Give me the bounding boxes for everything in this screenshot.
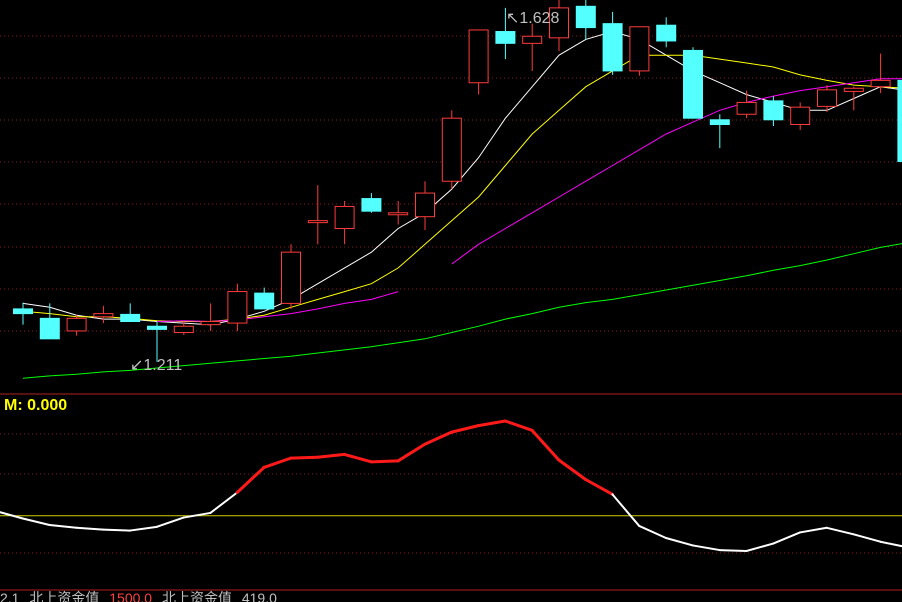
candle-body-up bbox=[844, 88, 863, 91]
candle-body-up bbox=[174, 326, 193, 332]
candle-body-up bbox=[201, 322, 220, 325]
candle-body-down bbox=[255, 293, 274, 309]
candle-body-up bbox=[523, 36, 542, 43]
bottom-label-2: 北上资金值 bbox=[162, 590, 232, 602]
bottom-label-1: 北上资金值 bbox=[29, 590, 99, 602]
candle-body-down bbox=[121, 314, 140, 321]
candlestick-series bbox=[14, 0, 902, 362]
indicator-segment bbox=[50, 525, 77, 528]
indicator-segment bbox=[398, 444, 425, 461]
bottom-value-1: 2.1 bbox=[0, 590, 23, 602]
indicator-segment bbox=[264, 458, 291, 467]
ma-line-0 bbox=[23, 32, 902, 325]
indicator-segment bbox=[720, 550, 747, 551]
candle-body-down bbox=[576, 6, 595, 27]
candle-body-up bbox=[791, 107, 810, 124]
indicator-segment bbox=[693, 545, 720, 550]
candle-body-down bbox=[710, 120, 729, 125]
indicator-segment bbox=[800, 528, 827, 533]
candle-body-down bbox=[684, 50, 703, 118]
indicator-segment bbox=[157, 518, 184, 527]
indicator-segment bbox=[559, 460, 586, 480]
candle-body-up bbox=[818, 90, 837, 107]
indicator-segment bbox=[0, 511, 23, 518]
indicator-segment bbox=[452, 426, 479, 433]
candle-body-down bbox=[657, 25, 676, 41]
candle-body-up bbox=[630, 27, 649, 71]
bottom-status-bar: 2.1 北上资金值 1500.0 北上资金值 419.0 bbox=[0, 588, 902, 602]
candle-body-up bbox=[442, 118, 461, 181]
indicator-segment bbox=[130, 527, 157, 531]
ma-line-2 bbox=[157, 292, 398, 322]
indicator-panel bbox=[0, 421, 902, 551]
indicator-segment bbox=[210, 493, 237, 513]
indicator-segment bbox=[318, 454, 345, 457]
indicator-segment bbox=[639, 526, 666, 538]
indicator-segment bbox=[505, 421, 532, 430]
candle-body-down bbox=[148, 326, 167, 329]
low-price-value: 1.211 bbox=[143, 357, 182, 374]
candle-body-down bbox=[496, 32, 515, 44]
indicator-segment bbox=[880, 542, 902, 548]
low-marker-glyph: ↙ bbox=[130, 357, 143, 374]
indicator-title: M: 0.000 bbox=[4, 397, 67, 415]
high-price-value: 1.628 bbox=[519, 10, 559, 27]
indicator-segment bbox=[612, 494, 639, 526]
indicator-segment bbox=[371, 461, 398, 462]
indicator-segment bbox=[103, 530, 130, 531]
candle-body-down bbox=[898, 80, 902, 161]
candle-body-up bbox=[67, 318, 86, 331]
indicator-segment bbox=[23, 519, 50, 526]
bottom-value-2: 1500.0 bbox=[109, 590, 152, 602]
candle-body-up bbox=[94, 314, 113, 317]
indicator-segment bbox=[532, 430, 559, 460]
candle-body-up bbox=[389, 213, 408, 215]
candle-body-up bbox=[335, 206, 354, 228]
candle-body-up bbox=[469, 30, 488, 83]
candle-body-down bbox=[764, 101, 783, 120]
ma-line-1 bbox=[23, 55, 902, 321]
candle-body-up bbox=[871, 80, 890, 86]
bottom-value-3: 419.0 bbox=[242, 590, 277, 602]
candle-body-up bbox=[737, 102, 756, 114]
chart-canvas bbox=[0, 0, 902, 598]
candle-body-up bbox=[282, 252, 301, 303]
indicator-segment bbox=[237, 467, 264, 492]
candle-body-up bbox=[228, 292, 247, 324]
candle-body-up bbox=[416, 193, 435, 217]
candle-body-down bbox=[40, 318, 59, 338]
indicator-segment bbox=[344, 454, 371, 461]
low-price-label: ↙1.211 bbox=[130, 355, 182, 375]
candle-body-up bbox=[308, 221, 327, 223]
candle-body-down bbox=[603, 24, 622, 71]
indicator-segment bbox=[773, 532, 800, 543]
indicator-segment bbox=[854, 534, 881, 541]
indicator-segment bbox=[76, 528, 103, 530]
candle-body-down bbox=[362, 199, 381, 212]
indicator-segment bbox=[827, 528, 854, 535]
indicator-segment bbox=[478, 421, 505, 426]
indicator-segment bbox=[746, 544, 773, 551]
indicator-segment bbox=[586, 480, 613, 495]
candle-body-down bbox=[14, 309, 33, 314]
high-marker-glyph: ↖ bbox=[506, 10, 519, 27]
indicator-segment bbox=[291, 457, 318, 458]
indicator-segment bbox=[666, 538, 693, 545]
high-price-label: ↖1.628 bbox=[506, 8, 559, 28]
